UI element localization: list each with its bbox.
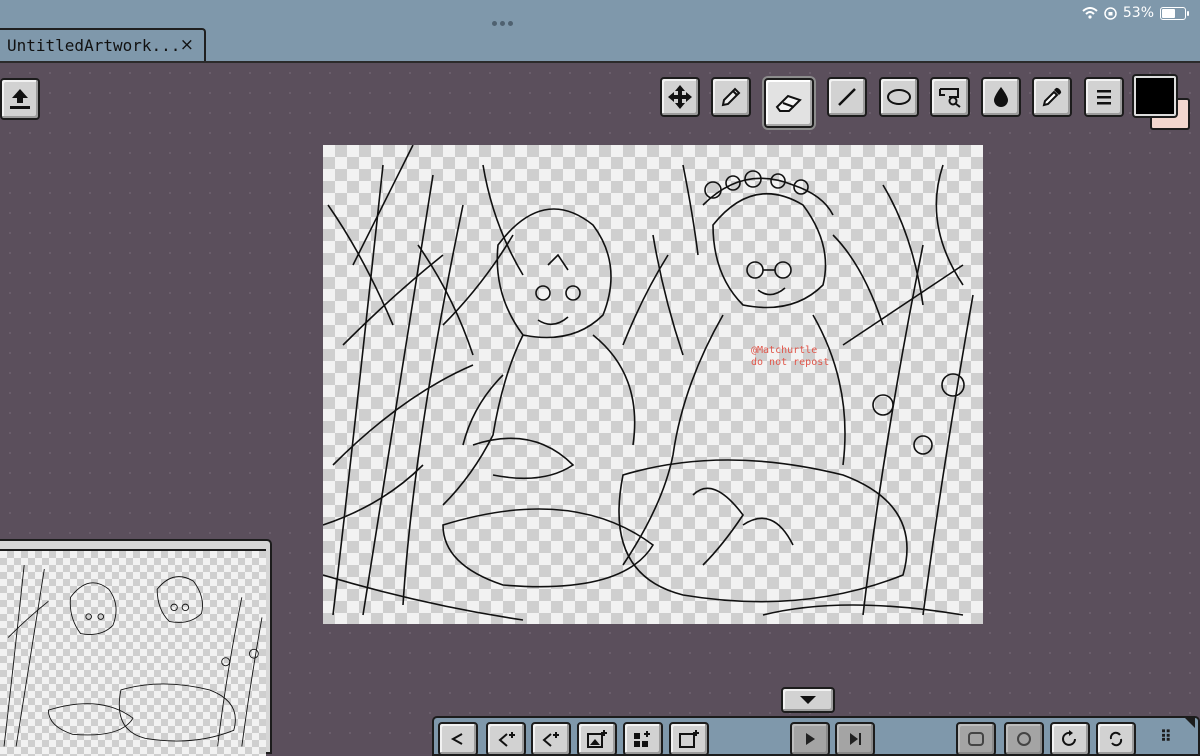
lasso-tool-button[interactable] bbox=[930, 77, 970, 117]
eraser-tool-button[interactable] bbox=[764, 78, 814, 128]
redo-icon bbox=[1062, 730, 1076, 746]
ellipse-tool-button[interactable] bbox=[879, 77, 919, 117]
eraser-icon bbox=[775, 94, 802, 112]
tab-bar: UntitledArtwork... × bbox=[0, 28, 1200, 63]
onion-skin-icon bbox=[968, 732, 984, 746]
preview-thumbnail bbox=[0, 549, 266, 756]
preview-line-art bbox=[3, 564, 263, 747]
drawing-canvas[interactable]: @Matchurtle do not repost bbox=[323, 145, 983, 624]
chevron-down-icon bbox=[800, 696, 816, 704]
status-bar: 53% bbox=[0, 0, 1200, 28]
system-indicators: 53% bbox=[1082, 5, 1189, 21]
panel-corner bbox=[1183, 716, 1195, 728]
menu-icon bbox=[1097, 90, 1111, 105]
sync-icon bbox=[1109, 731, 1123, 747]
onion-skin-button[interactable] bbox=[956, 722, 996, 756]
multitasking-dots[interactable] bbox=[492, 11, 518, 26]
add-frame-button[interactable] bbox=[486, 722, 526, 756]
add-frame-icon bbox=[498, 732, 515, 747]
watermark-handle: @Matchurtle bbox=[751, 345, 818, 356]
preview-window[interactable] bbox=[0, 539, 272, 756]
play-icon bbox=[806, 733, 815, 745]
pencil-tool-button[interactable] bbox=[711, 77, 751, 117]
grid-add-icon bbox=[634, 731, 650, 747]
grid-add-button[interactable] bbox=[623, 722, 663, 756]
move-icon bbox=[668, 85, 692, 109]
new-frame-button[interactable] bbox=[669, 722, 709, 756]
battery-percent: 53% bbox=[1122, 5, 1154, 21]
upload-icon bbox=[10, 89, 30, 109]
wifi-icon bbox=[1082, 7, 1098, 19]
eyedropper-tool-button[interactable] bbox=[1032, 77, 1072, 117]
watermark-notice: do not repost bbox=[751, 357, 830, 368]
move-tool-button[interactable] bbox=[660, 77, 700, 117]
tab-document[interactable]: UntitledArtwork... × bbox=[0, 28, 206, 61]
fill-tool-button[interactable] bbox=[981, 77, 1021, 117]
line-tool-button[interactable] bbox=[827, 77, 867, 117]
lasso-icon bbox=[939, 88, 961, 108]
step-button[interactable] bbox=[835, 722, 875, 756]
duplicate-frame-button[interactable] bbox=[531, 722, 571, 756]
battery-icon bbox=[1160, 6, 1189, 20]
orientation-lock-icon bbox=[1104, 6, 1117, 20]
tab-title: UntitledArtwork... bbox=[7, 36, 181, 55]
line-icon bbox=[838, 88, 856, 106]
undo-icon bbox=[450, 733, 463, 745]
step-icon bbox=[850, 733, 861, 745]
redo-button[interactable] bbox=[1050, 722, 1090, 756]
loop-button[interactable] bbox=[1004, 722, 1044, 756]
duplicate-frame-icon bbox=[542, 732, 559, 747]
sync-button[interactable] bbox=[1096, 722, 1136, 756]
drag-handle-icon[interactable]: ⠿ bbox=[1160, 727, 1172, 746]
line-art bbox=[323, 145, 974, 621]
pencil-icon bbox=[721, 87, 741, 107]
play-button[interactable] bbox=[790, 722, 830, 756]
eyedropper-icon bbox=[1042, 87, 1062, 107]
timeline-toggle-button[interactable] bbox=[781, 687, 835, 713]
menu-tool-button[interactable] bbox=[1084, 77, 1124, 117]
watermark: @Matchurtle do not repost bbox=[751, 345, 829, 369]
export-button[interactable] bbox=[0, 78, 40, 120]
fill-icon bbox=[994, 87, 1008, 107]
timeline-undo-button[interactable] bbox=[438, 722, 478, 756]
primary-color-swatch[interactable] bbox=[1134, 76, 1176, 116]
new-frame-icon bbox=[679, 730, 699, 748]
loop-icon bbox=[1017, 732, 1031, 746]
insert-image-icon bbox=[587, 730, 607, 748]
close-icon[interactable]: × bbox=[180, 35, 194, 55]
ellipse-icon bbox=[887, 89, 911, 105]
insert-image-button[interactable] bbox=[577, 722, 617, 756]
